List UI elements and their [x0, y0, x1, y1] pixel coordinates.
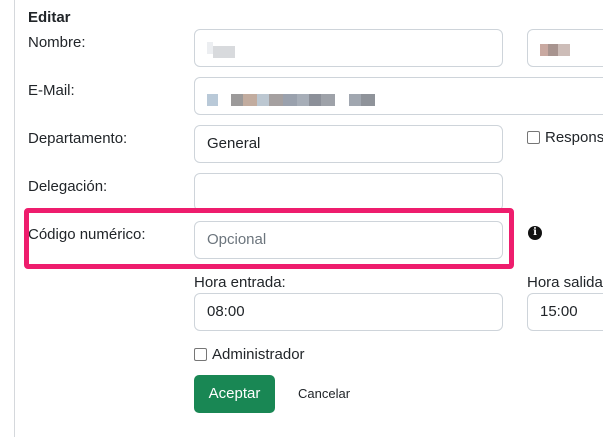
- delegacion-input[interactable]: [194, 173, 503, 211]
- administrador-checkbox[interactable]: [194, 348, 207, 361]
- nombre-label: Nombre:: [28, 34, 86, 51]
- redacted-text: [231, 94, 243, 106]
- nombre-input[interactable]: [194, 29, 503, 67]
- hora-entrada-input[interactable]: 08:00: [194, 293, 503, 331]
- redacted-text: [361, 94, 375, 106]
- email-input[interactable]: [194, 77, 603, 115]
- left-divider: [14, 0, 15, 437]
- responsable-label: Respons: [545, 129, 603, 146]
- departamento-label: Departamento:: [28, 130, 128, 147]
- apellidos-input[interactable]: [527, 29, 603, 67]
- cancel-button[interactable]: Cancelar: [298, 375, 350, 413]
- redacted-text: [213, 46, 235, 58]
- redacted-text: [321, 94, 335, 106]
- redacted-text: [548, 44, 558, 56]
- redacted-text: [283, 94, 297, 106]
- responsable-checkbox[interactable]: [527, 131, 540, 144]
- responsable-checkbox-row[interactable]: Respons: [527, 129, 603, 146]
- redacted-text: [540, 44, 548, 56]
- edit-user-form: Editar Nombre: E-Mail: Departamento: Gen…: [0, 0, 603, 437]
- departamento-select[interactable]: General: [194, 125, 503, 163]
- hora-entrada-label: Hora entrada:: [194, 274, 286, 291]
- section-title: Editar: [28, 9, 71, 26]
- redacted-text: [297, 94, 309, 106]
- info-circle-icon[interactable]: i: [528, 226, 542, 240]
- redacted-text: [558, 44, 570, 56]
- administrador-label: Administrador: [212, 346, 305, 363]
- email-label: E-Mail:: [28, 82, 75, 99]
- redacted-text: [269, 94, 283, 106]
- redacted-text: [207, 94, 218, 106]
- highlight-box: [24, 208, 514, 269]
- redacted-text: [349, 94, 361, 106]
- hora-salida-label: Hora salida: [527, 274, 603, 291]
- accept-button[interactable]: Aceptar: [194, 375, 275, 413]
- redacted-text: [243, 94, 257, 106]
- redacted-text: [309, 94, 321, 106]
- hora-salida-input[interactable]: 15:00: [527, 293, 603, 331]
- redacted-text: [257, 94, 269, 106]
- administrador-checkbox-row[interactable]: Administrador: [194, 346, 305, 363]
- delegacion-label: Delegación:: [28, 178, 108, 195]
